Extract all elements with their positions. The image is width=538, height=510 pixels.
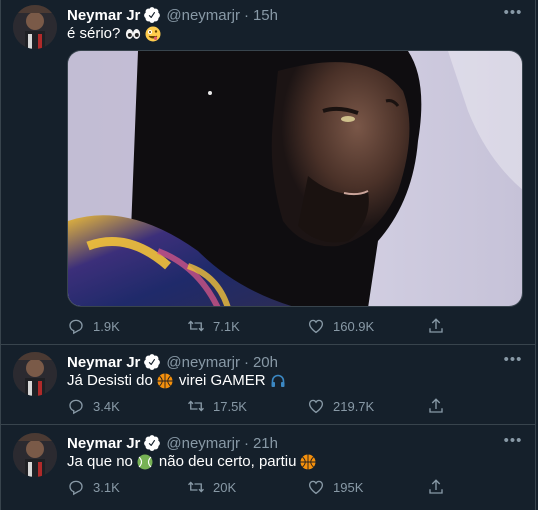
reply-count: 1.9K — [93, 318, 120, 334]
reply-count: 3.4K — [93, 398, 120, 414]
tweet-header: Neymar Jr @neymarjr · 21h ••• — [67, 433, 523, 453]
reply-button[interactable]: 3.1K — [67, 478, 187, 496]
share-icon — [429, 398, 443, 413]
tweet-header: Neymar Jr @neymarjr · 15h ••• — [67, 5, 523, 25]
reply-button[interactable]: 3.4K — [67, 397, 187, 415]
verified-badge-icon — [143, 434, 161, 452]
share-button[interactable] — [427, 478, 453, 496]
tweet-text-after: não deu certo, partiu — [158, 453, 297, 470]
reply-icon — [69, 399, 83, 415]
author-name[interactable]: Neymar Jr — [67, 435, 140, 452]
reply-button[interactable]: 1.9K — [67, 317, 187, 335]
basketball-emoji-icon — [157, 373, 173, 389]
like-button[interactable]: 219.7K — [307, 397, 427, 415]
basketball-emoji-icon — [300, 454, 316, 470]
share-button[interactable] — [427, 317, 453, 335]
tweet[interactable]: Neymar Jr @neymarjr · 20h ••• Já Desisti… — [1, 345, 535, 425]
timestamp[interactable]: 21h — [253, 435, 278, 452]
retweet-count: 7.1K — [213, 318, 240, 334]
verified-badge-icon — [143, 6, 161, 24]
like-button[interactable]: 195K — [307, 478, 427, 496]
avatar[interactable] — [13, 433, 57, 477]
tweet-media-photo[interactable] — [67, 50, 523, 307]
tweet[interactable]: Neymar Jr @neymarjr · 21h ••• Ja que no … — [1, 425, 535, 510]
more-options-icon[interactable]: ••• — [503, 433, 523, 453]
zany-face-emoji-icon — [145, 26, 161, 42]
tweet-text-before: Ja que no — [67, 453, 133, 470]
share-icon — [429, 318, 443, 333]
separator-dot: · — [243, 434, 249, 452]
share-icon — [429, 479, 443, 494]
retweet-button[interactable]: 20K — [187, 478, 307, 496]
timeline: Neymar Jr @neymarjr · 15h ••• é sério? 1… — [0, 0, 536, 510]
tweet-text: Ja que no não deu certo, partiu — [67, 453, 523, 470]
share-button[interactable] — [427, 397, 453, 415]
more-options-icon[interactable]: ••• — [503, 352, 523, 372]
like-button[interactable]: 160.9K — [307, 317, 427, 335]
retweet-icon — [188, 320, 204, 332]
eyes-emoji-icon — [125, 26, 141, 42]
heart-icon — [308, 480, 324, 495]
retweet-icon — [188, 481, 204, 493]
tweet-header: Neymar Jr @neymarjr · 20h ••• — [67, 352, 523, 372]
separator-dot: · — [243, 6, 249, 24]
tweet-text-after: virei GAMER — [178, 372, 266, 389]
more-options-icon[interactable]: ••• — [503, 5, 523, 25]
avatar[interactable] — [13, 352, 57, 396]
author-handle[interactable]: @neymarjr — [166, 354, 240, 371]
author-name[interactable]: Neymar Jr — [67, 7, 140, 24]
tweet-text-content: é sério? — [67, 25, 121, 42]
retweet-icon — [188, 400, 204, 412]
author-name[interactable]: Neymar Jr — [67, 354, 140, 371]
like-count: 160.9K — [333, 318, 375, 334]
tweet[interactable]: Neymar Jr @neymarjr · 15h ••• é sério? 1… — [1, 0, 535, 345]
tweet-actions: 3.4K 17.5K 219.7K — [67, 396, 523, 416]
retweet-count: 17.5K — [213, 398, 247, 414]
verified-badge-icon — [143, 353, 161, 371]
separator-dot: · — [243, 353, 249, 371]
reply-icon — [69, 480, 83, 496]
tweet-text: Já Desisti do virei GAMER — [67, 372, 523, 389]
tweet-text-before: Já Desisti do — [67, 372, 153, 389]
retweet-count: 20K — [213, 479, 237, 495]
heart-icon — [308, 399, 324, 414]
timestamp[interactable]: 20h — [253, 354, 278, 371]
timestamp[interactable]: 15h — [253, 7, 278, 24]
headphone-emoji-icon — [270, 373, 286, 389]
retweet-button[interactable]: 7.1K — [187, 317, 307, 335]
reply-count: 3.1K — [93, 479, 120, 495]
author-handle[interactable]: @neymarjr — [166, 435, 240, 452]
tweet-text: é sério? — [67, 25, 523, 42]
author-handle[interactable]: @neymarjr — [166, 7, 240, 24]
retweet-button[interactable]: 17.5K — [187, 397, 307, 415]
like-count: 195K — [333, 479, 364, 495]
tweet-actions: 1.9K 7.1K 160.9K — [67, 316, 523, 336]
like-count: 219.7K — [333, 398, 375, 414]
avatar[interactable] — [13, 5, 57, 49]
reply-icon — [69, 319, 83, 335]
tennis-ball-emoji-icon — [137, 454, 153, 470]
tweet-actions: 3.1K 20K 195K — [67, 477, 523, 497]
heart-icon — [308, 319, 324, 334]
